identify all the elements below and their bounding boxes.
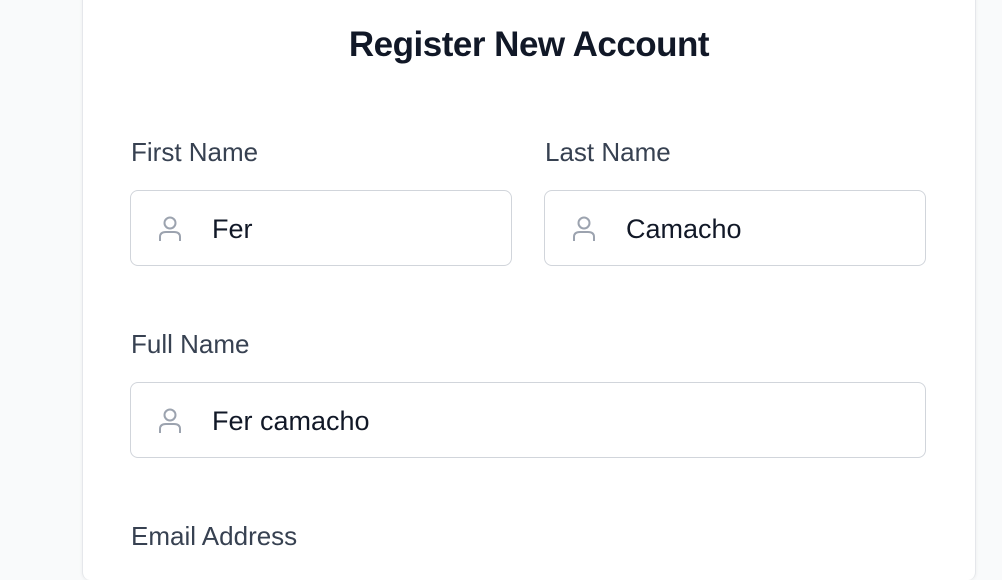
register-form-card: Register New Account (82, 0, 976, 580)
email-address-label: Email Address (131, 521, 298, 551)
user-icon (571, 215, 597, 243)
first-name-label: First Name (131, 137, 259, 167)
last-name-label: Last Name (545, 137, 671, 167)
user-icon (157, 215, 183, 243)
full-name-value[interactable]: Fer camacho (212, 383, 370, 459)
first-name-field[interactable]: Fer (130, 190, 512, 266)
first-name-value[interactable]: Fer (212, 191, 253, 267)
user-icon (157, 407, 183, 435)
page-title: Register New Account (348, 25, 710, 64)
last-name-value[interactable]: Camacho (626, 191, 742, 267)
full-name-field[interactable]: Fer camacho (130, 382, 926, 458)
last-name-field[interactable]: Camacho (544, 190, 926, 266)
full-name-label: Full Name (131, 329, 250, 359)
